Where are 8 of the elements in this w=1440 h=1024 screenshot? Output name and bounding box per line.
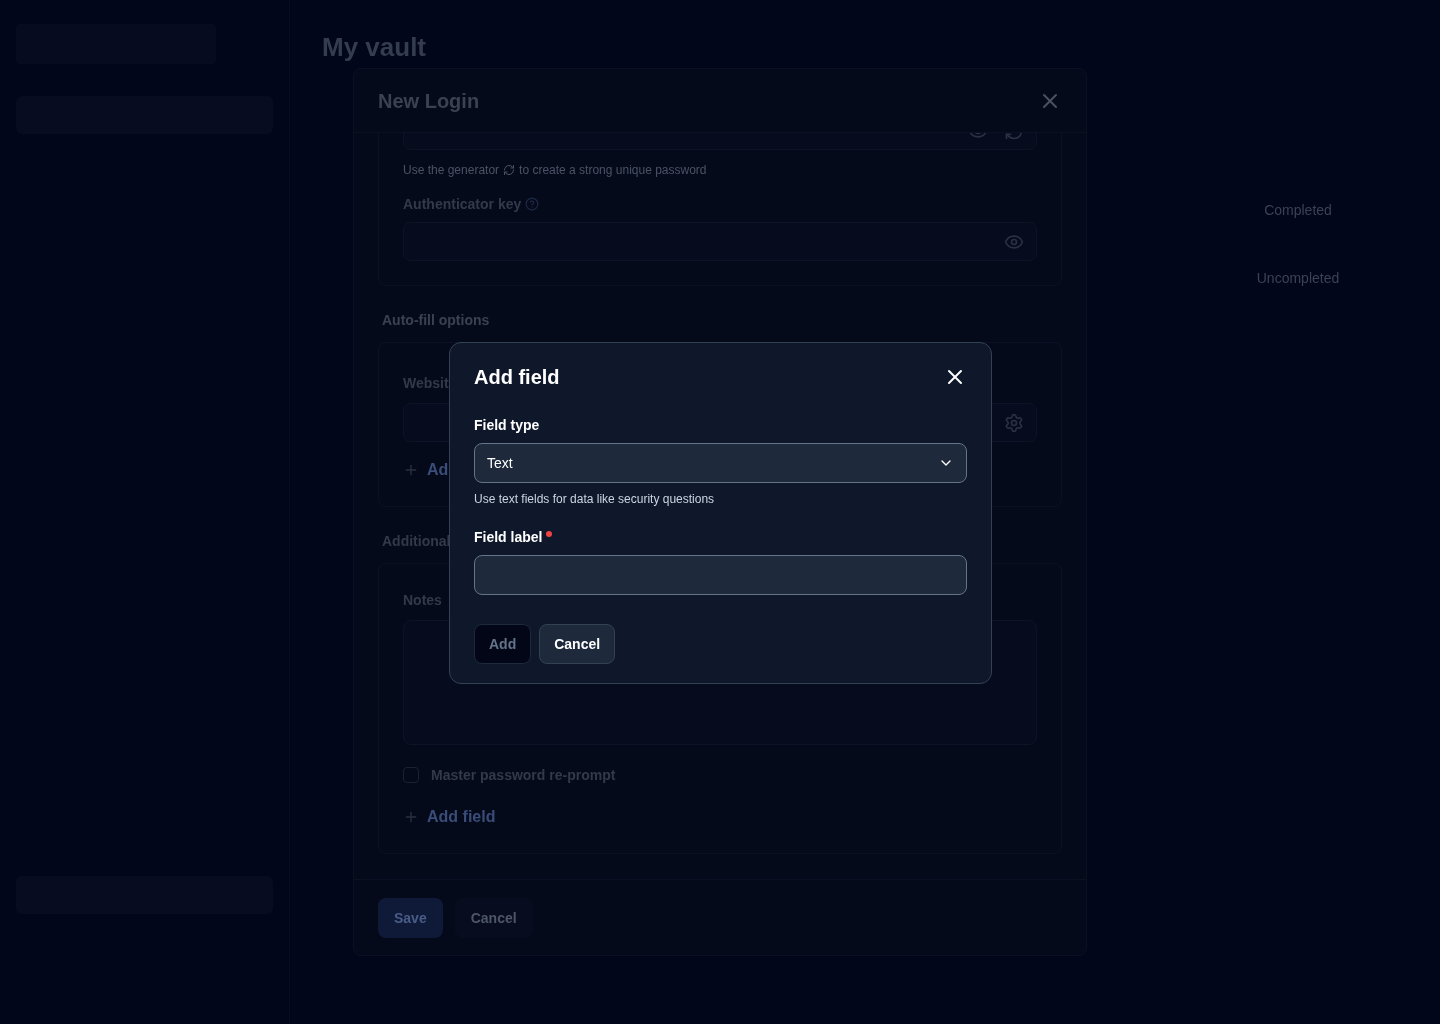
- hint-text: Use the generator: [403, 162, 500, 178]
- dialog-title: Add field: [474, 365, 560, 390]
- section-heading: Auto-fill options: [381, 311, 491, 330]
- hint-text: Use text fields for data like security questions: [474, 491, 716, 507]
- hint-text: to create a strong unique password: [519, 162, 707, 178]
- dialog-title: New Login: [378, 88, 480, 114]
- field-label: Field type: [474, 416, 541, 435]
- field-label: Field label: [474, 528, 543, 547]
